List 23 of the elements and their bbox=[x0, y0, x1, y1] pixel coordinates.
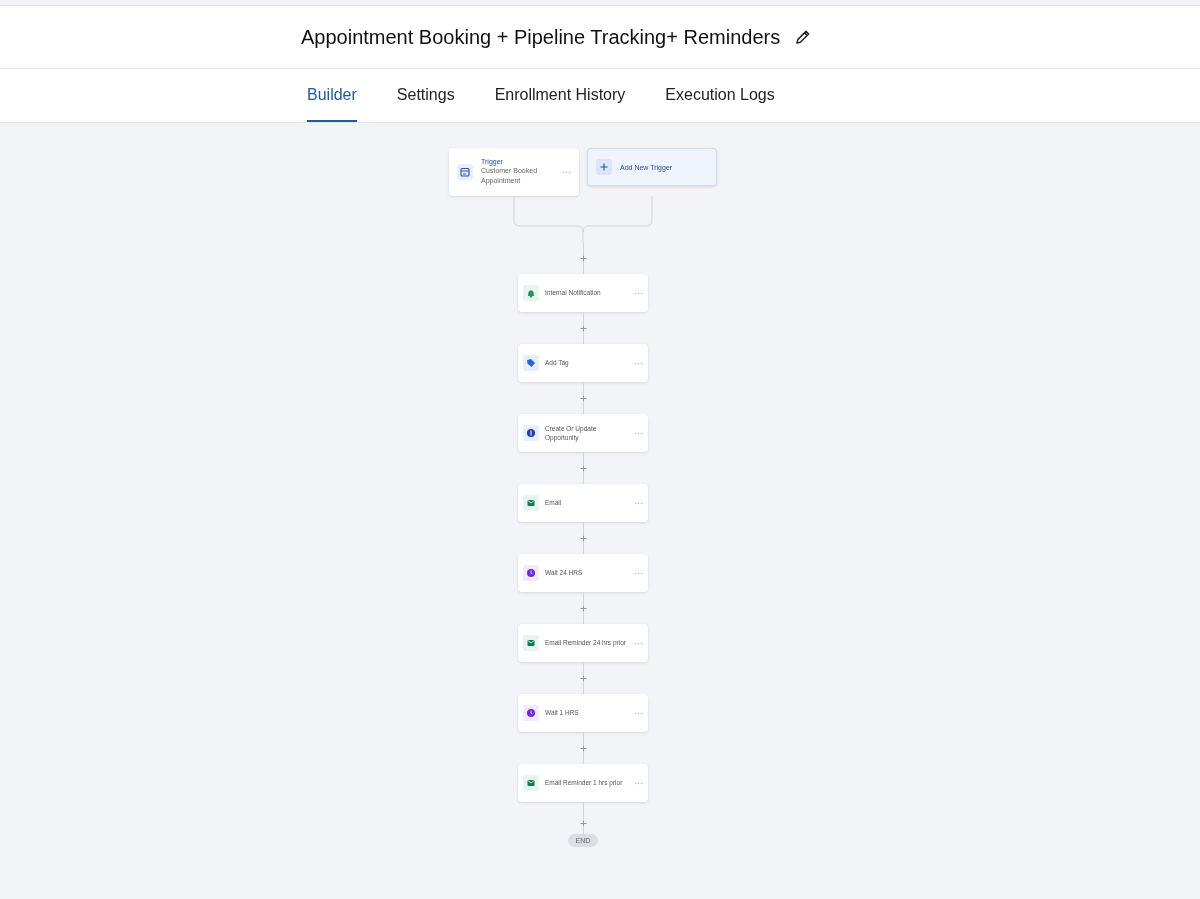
add-step-icon[interactable] bbox=[579, 394, 587, 402]
add-step-icon[interactable] bbox=[579, 820, 587, 827]
envelope-icon bbox=[523, 495, 539, 511]
add-step-icon[interactable] bbox=[579, 604, 587, 612]
tab[interactable]: Settings bbox=[396, 69, 455, 122]
add-step-icon[interactable] bbox=[579, 674, 587, 682]
tab[interactable]: Builder bbox=[307, 69, 357, 122]
add-step-icon[interactable] bbox=[579, 534, 587, 542]
add-step-icon[interactable] bbox=[579, 324, 587, 332]
workflow-title: Appointment Booking + Pipeline Tracking+ Reminders bbox=[301, 25, 781, 49]
clock-icon bbox=[523, 705, 539, 721]
envelope-icon bbox=[523, 635, 539, 651]
plus-icon bbox=[596, 159, 612, 175]
add-step-icon[interactable] bbox=[579, 744, 587, 752]
tab[interactable]: Enrollment History bbox=[494, 69, 626, 122]
envelope-icon bbox=[523, 775, 539, 791]
add-step-icon[interactable] bbox=[579, 464, 587, 472]
clock-icon bbox=[523, 565, 539, 581]
tab[interactable]: Execution Logs bbox=[665, 69, 775, 122]
tag-icon bbox=[523, 355, 539, 371]
calendar-icon bbox=[457, 164, 473, 180]
bell-icon bbox=[523, 285, 539, 301]
add-step-icon[interactable] bbox=[579, 254, 587, 262]
